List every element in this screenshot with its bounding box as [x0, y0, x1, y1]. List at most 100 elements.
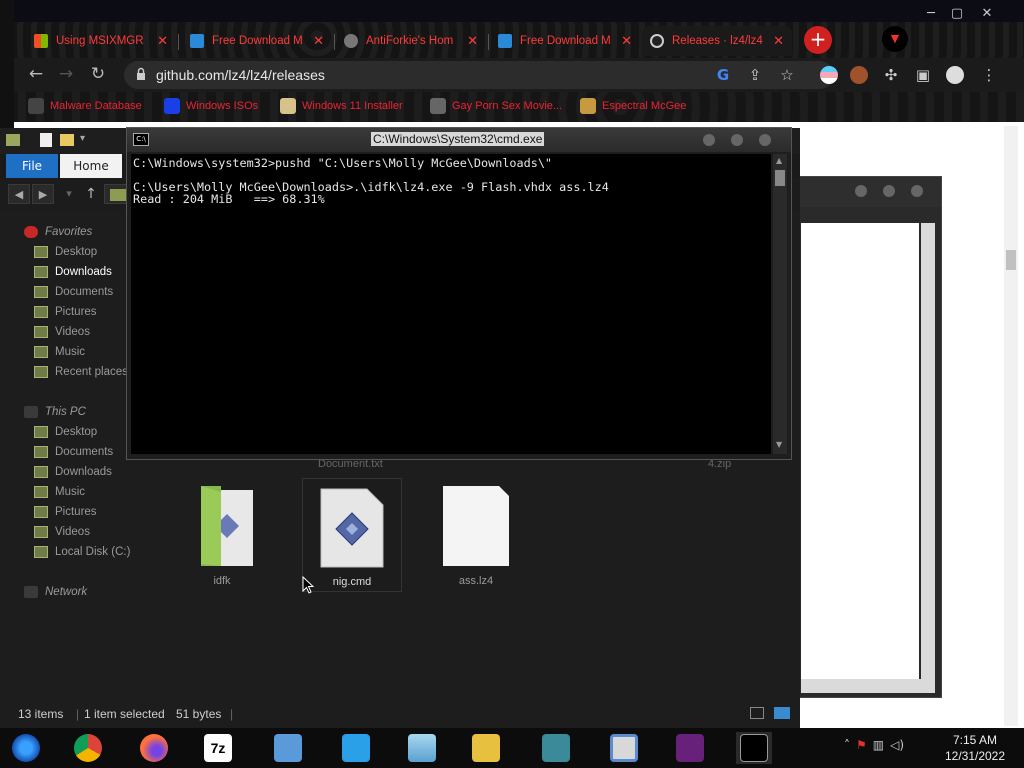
selection-count: 1 item selected [84, 707, 165, 721]
start-button[interactable] [8, 732, 44, 764]
close-tab-icon[interactable]: ✕ [467, 33, 478, 49]
tab-free-download-2[interactable]: Free Download M ✕ [490, 26, 640, 56]
forward-arrow-icon[interactable]: ▶ [32, 184, 54, 204]
nav-item-downloads[interactable]: Downloads [34, 266, 112, 278]
bookmark-icon [580, 98, 596, 114]
close-tab-icon[interactable]: ✕ [157, 33, 168, 49]
recent-dropdown-icon[interactable]: ▾ [58, 184, 80, 204]
back-arrow-icon[interactable]: ← [24, 64, 48, 86]
bookmark-star-icon[interactable]: ☆ [778, 66, 796, 84]
taskbar-visual-studio[interactable] [672, 732, 708, 764]
url-text: github.com/lz4/lz4/releases [156, 67, 325, 83]
tab-free-download-1[interactable]: Free Download M ✕ [182, 26, 332, 56]
nav-item-local-disk-c-[interactable]: Local Disk (C:) [34, 546, 130, 558]
cmd-icon: C:\ [133, 133, 149, 146]
visual-studio-icon [676, 734, 704, 762]
bookmark-windows-isos[interactable]: Windows ISOs [164, 98, 258, 114]
remote-desktop-icon [342, 734, 370, 762]
nav-item-pictures[interactable]: Pictures [34, 506, 97, 518]
menu-kebab-icon[interactable]: ⋮ [980, 66, 998, 84]
taskbar-7zip[interactable]: 7z [200, 732, 236, 764]
console-scrollbar[interactable]: ▲ ▼ [773, 154, 787, 454]
nav-item-videos[interactable]: Videos [34, 526, 90, 538]
bookmark-movie[interactable]: Gay Porn Sex Movie... [430, 98, 562, 114]
dialog-scrollbar-horizontal[interactable] [801, 679, 935, 693]
tab-releases-lz4[interactable]: Releases · lz4/lz4 ✕ [642, 26, 792, 56]
volume-icon[interactable]: ◁) [890, 738, 904, 752]
large-icons-view-icon[interactable] [774, 707, 790, 719]
tab-antiforkie[interactable]: AntiForkie's Hom ✕ [336, 26, 486, 56]
bookmark-windows-11-installer[interactable]: Windows 11 Installer [280, 98, 403, 114]
nav-item-favorites[interactable]: Favorites [24, 226, 92, 238]
taskbar-package[interactable] [538, 732, 574, 764]
up-arrow-icon[interactable]: ↑ [80, 184, 102, 204]
console-output[interactable]: C:\Windows\system32>pushd "C:\Users\Moll… [131, 154, 771, 454]
new-folder-icon[interactable] [60, 134, 74, 146]
tab-search-button[interactable]: ▼ [882, 26, 908, 52]
taskbar-cmd[interactable] [736, 732, 772, 764]
dialog-button[interactable] [883, 185, 895, 197]
nav-item-music[interactable]: Music [34, 486, 85, 498]
taskbar-file-explorer[interactable] [468, 732, 504, 764]
details-view-icon[interactable] [750, 707, 764, 719]
share-icon[interactable]: ⇪ [746, 66, 764, 84]
folder-icon [34, 326, 48, 338]
properties-icon[interactable] [40, 133, 52, 147]
nav-item-music[interactable]: Music [34, 346, 85, 358]
close-button[interactable] [759, 134, 771, 146]
file-item-ass-lz4[interactable]: ass.lz4 [426, 478, 526, 590]
tab-file[interactable]: File [6, 154, 58, 178]
file-item-nig-cmd[interactable]: nig.cmd [302, 478, 402, 592]
bookmark-malware-database[interactable]: Malware Database [28, 98, 142, 114]
minimize-button[interactable] [703, 134, 715, 146]
security-icon[interactable]: ⚑ [856, 738, 867, 752]
taskbar-notepad[interactable] [404, 732, 440, 764]
dialog-scrollbar-vertical[interactable] [921, 223, 935, 693]
page-scrollbar[interactable] [1004, 126, 1018, 726]
google-lens-icon[interactable]: G [714, 66, 732, 84]
file-item-idfk[interactable]: idfk [172, 478, 272, 590]
nav-item-videos[interactable]: Videos [34, 326, 90, 338]
nav-item-desktop[interactable]: Desktop [34, 246, 97, 258]
nav-item-recent-places[interactable]: Recent places [34, 366, 128, 378]
taskbar-chrome[interactable] [70, 732, 106, 764]
taskbar-remote-desktop[interactable] [338, 732, 374, 764]
reload-icon[interactable]: ↻ [86, 64, 110, 86]
nav-item-pictures[interactable]: Pictures [34, 306, 97, 318]
extensions-puzzle-icon[interactable]: ✣ [882, 66, 900, 84]
nav-item-network[interactable]: Network [24, 586, 87, 598]
side-panel-icon[interactable]: ▣ [914, 66, 932, 84]
back-arrow-icon[interactable]: ◀ [8, 184, 30, 204]
address-bar[interactable]: github.com/lz4/lz4/releases G ⇪ ☆ [124, 61, 834, 89]
nav-item-desktop[interactable]: Desktop [34, 426, 97, 438]
clock[interactable]: 7:15 AM 12/31/2022 [930, 732, 1020, 764]
taskbar-firefox[interactable] [136, 732, 172, 764]
close-tab-icon[interactable]: ✕ [621, 33, 632, 49]
bookmark-espectral-mcgee[interactable]: Espectral McGee [580, 98, 686, 114]
close-tab-icon[interactable]: ✕ [313, 33, 324, 49]
dialog-button[interactable] [911, 185, 923, 197]
file-explorer-icon [472, 734, 500, 762]
taskbar-network-users[interactable] [270, 732, 306, 764]
extension-avatar-icon[interactable] [850, 66, 868, 84]
profile-avatar-icon[interactable] [946, 66, 964, 84]
tray-chevron-icon[interactable]: ˄ [844, 738, 850, 752]
forward-arrow-icon[interactable]: → [54, 64, 78, 86]
qat-dropdown-icon[interactable]: ▾ [80, 133, 85, 144]
new-tab-button[interactable]: + [804, 26, 832, 54]
close-tab-icon[interactable]: ✕ [773, 33, 784, 49]
maximize-button[interactable] [731, 134, 743, 146]
network-icon[interactable]: ▥ [873, 738, 884, 752]
nav-item-this-pc[interactable]: This PC [24, 406, 86, 418]
dialog-button[interactable] [855, 185, 867, 197]
extension-flag-icon[interactable] [820, 66, 838, 84]
tab-home[interactable]: Home [60, 154, 122, 178]
nav-item-documents[interactable]: Documents [34, 446, 113, 458]
cmd-title-bar[interactable]: C:\ C:\Windows\System32\cmd.exe [127, 128, 791, 152]
nav-item-documents[interactable]: Documents [34, 286, 113, 298]
globe-icon [344, 34, 358, 48]
tab-using-msixmgr[interactable]: Using MSIXMGR ✕ [26, 26, 176, 56]
nav-item-label: Recent places [55, 366, 128, 378]
taskbar-monitor[interactable] [606, 732, 642, 764]
nav-item-downloads[interactable]: Downloads [34, 466, 112, 478]
